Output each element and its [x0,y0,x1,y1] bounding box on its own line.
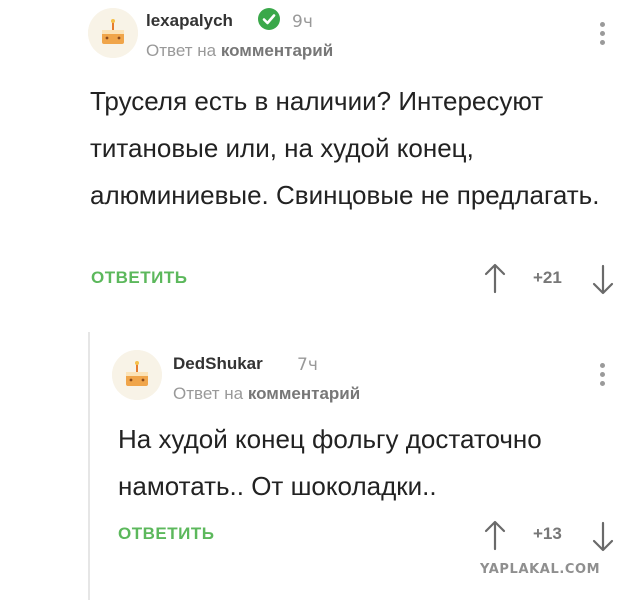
avatar[interactable] [88,8,138,58]
reply-button[interactable]: ОТВЕТИТЬ [91,268,187,288]
more-vertical-icon[interactable] [598,22,606,48]
reply-to-text: Ответ на комментарий [173,384,360,404]
cake-avatar-icon [88,8,138,58]
comment-body: На худой конец фольгу достаточно намотат… [118,424,542,501]
comment: DedShukar 7ч Ответ на комментарий На худ… [0,330,640,600]
arrow-up-icon[interactable] [483,262,507,296]
username[interactable]: lexapalych [146,11,233,31]
reply-to-link[interactable]: комментарий [221,41,333,60]
reply-to-prefix: Ответ на [146,41,217,60]
comment-body: Труселя есть в наличии? Интересуют титан… [90,86,600,210]
arrow-down-icon[interactable] [591,519,615,553]
reply-to-prefix: Ответ на [173,384,244,403]
timestamp: 9ч [292,12,313,32]
arrow-up-icon[interactable] [483,519,507,553]
reply-button[interactable]: ОТВЕТИТЬ [118,524,214,544]
checkmark-icon [258,8,280,30]
reply-to-link[interactable]: комментарий [248,384,360,403]
more-vertical-icon[interactable] [598,363,606,389]
watermark: YAPLAKAL.COM [480,562,601,577]
avatar[interactable] [112,350,162,400]
comment: lexapalych 9ч Ответ на комментарий Трусе… [0,0,640,320]
reply-to-text: Ответ на комментарий [146,41,333,61]
cake-avatar-icon [112,350,162,400]
username[interactable]: DedShukar [173,354,263,374]
vote-score: +13 [533,524,562,543]
vote-score: +21 [533,268,562,287]
arrow-down-icon[interactable] [591,262,615,296]
timestamp: 7ч [297,355,318,375]
